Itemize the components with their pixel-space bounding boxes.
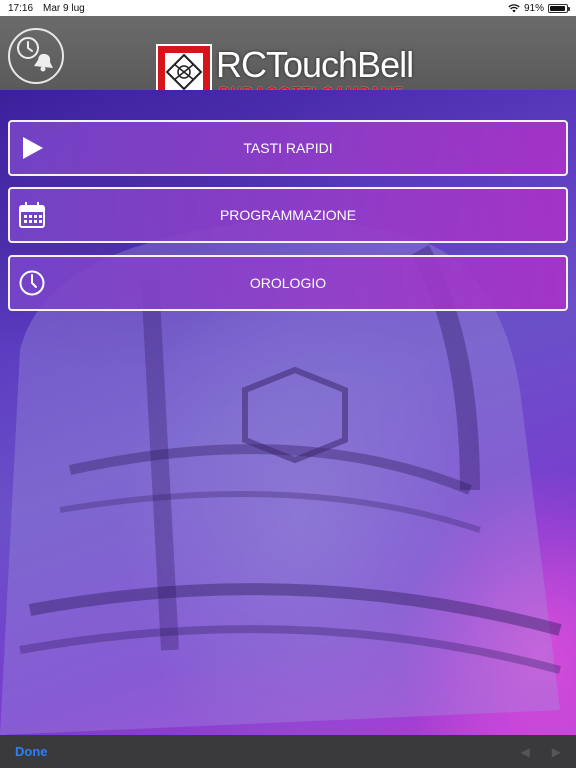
menu-button-label: PROGRAMMAZIONE	[219, 207, 357, 223]
menu-button-label: TASTI RAPIDI	[243, 140, 333, 156]
status-date: Mar 9 lug	[43, 2, 85, 14]
calendar-icon	[18, 201, 46, 229]
menu-button-label: OROLOGIO	[249, 275, 327, 291]
app-header: RCTouchBell RUBAGOTTI CAMPANE	[0, 16, 576, 101]
done-button[interactable]: Done	[15, 744, 48, 759]
nav-arrows: ◀ ▶	[521, 745, 561, 759]
status-right: 91%	[508, 2, 570, 14]
wifi-icon	[508, 3, 520, 12]
previous-arrow-icon[interactable]: ◀	[521, 745, 530, 759]
menu-button-orologio[interactable]: OROLOGIO	[8, 255, 568, 311]
menu-button-tasti-rapidi[interactable]: TASTI RAPIDI	[8, 120, 568, 176]
play-icon	[18, 134, 46, 162]
next-arrow-icon[interactable]: ▶	[552, 745, 561, 759]
bottom-toolbar: Done ◀ ▶	[0, 735, 576, 768]
clock-icon	[18, 269, 46, 297]
logo-title: RCTouchBell	[216, 44, 414, 85]
clock-bell-button[interactable]	[8, 28, 64, 84]
status-time: 17:16	[8, 2, 34, 14]
battery-icon	[548, 3, 570, 13]
battery-percent: 91%	[523, 2, 544, 14]
clock-bell-icon	[17, 37, 53, 72]
menu-button-programmazione[interactable]: PROGRAMMAZIONE	[8, 187, 568, 243]
status-bar: 17:16 Mar 9 lug 91%	[0, 0, 576, 16]
